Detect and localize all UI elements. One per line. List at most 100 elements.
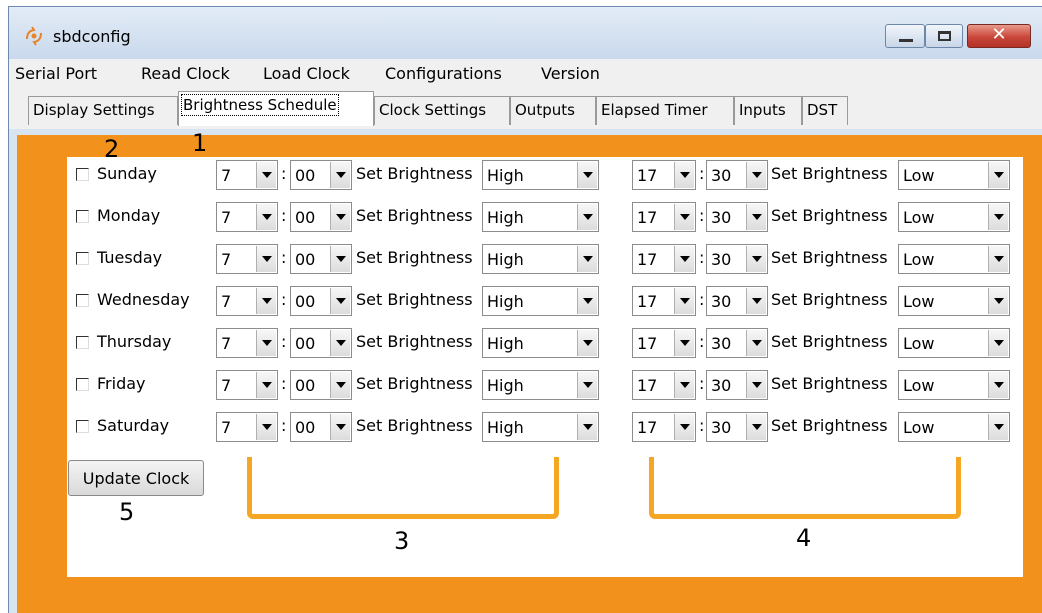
day-checkbox[interactable] xyxy=(76,294,89,307)
chevron-down-icon[interactable] xyxy=(988,330,1008,356)
end-brightness-select[interactable]: Low xyxy=(898,202,1010,232)
end-minute-select[interactable]: 30 xyxy=(706,244,768,274)
chevron-down-icon[interactable] xyxy=(746,246,766,272)
start-brightness-select[interactable]: High xyxy=(482,160,599,190)
update-clock-button[interactable]: Update Clock xyxy=(68,460,204,496)
start-brightness-select[interactable]: High xyxy=(482,412,599,442)
chevron-down-icon[interactable] xyxy=(746,162,766,188)
chevron-down-icon[interactable] xyxy=(988,162,1008,188)
start-minute-select[interactable]: 00 xyxy=(290,286,352,316)
end-brightness-select[interactable]: Low xyxy=(898,160,1010,190)
menu-load-clock[interactable]: Load Clock xyxy=(263,64,350,83)
chevron-down-icon[interactable] xyxy=(577,414,597,440)
start-brightness-select[interactable]: High xyxy=(482,244,599,274)
chevron-down-icon[interactable] xyxy=(330,162,350,188)
chevron-down-icon[interactable] xyxy=(330,246,350,272)
chevron-down-icon[interactable] xyxy=(746,330,766,356)
start-brightness-select[interactable]: High xyxy=(482,286,599,316)
chevron-down-icon[interactable] xyxy=(674,372,694,398)
chevron-down-icon[interactable] xyxy=(577,246,597,272)
chevron-down-icon[interactable] xyxy=(256,414,276,440)
tab-dst[interactable]: DST xyxy=(802,96,848,125)
tab-brightness-schedule[interactable]: Brightness Schedule xyxy=(178,91,374,126)
end-hour-select[interactable]: 17 xyxy=(632,412,696,442)
start-minute-select[interactable]: 00 xyxy=(290,328,352,358)
day-checkbox[interactable] xyxy=(76,420,89,433)
start-brightness-select[interactable]: High xyxy=(482,370,599,400)
chevron-down-icon[interactable] xyxy=(988,372,1008,398)
end-minute-select[interactable]: 30 xyxy=(706,202,768,232)
chevron-down-icon[interactable] xyxy=(746,204,766,230)
start-brightness-select[interactable]: High xyxy=(482,202,599,232)
end-minute-select[interactable]: 30 xyxy=(706,328,768,358)
chevron-down-icon[interactable] xyxy=(674,288,694,314)
start-hour-select[interactable]: 7 xyxy=(216,370,278,400)
start-hour-select[interactable]: 7 xyxy=(216,160,278,190)
end-hour-select[interactable]: 17 xyxy=(632,160,696,190)
tab-clock-settings[interactable]: Clock Settings xyxy=(374,96,510,125)
start-hour-select[interactable]: 7 xyxy=(216,286,278,316)
chevron-down-icon[interactable] xyxy=(674,414,694,440)
chevron-down-icon[interactable] xyxy=(577,330,597,356)
end-hour-select[interactable]: 17 xyxy=(632,328,696,358)
close-button[interactable]: ✕ xyxy=(967,24,1031,48)
end-hour-select[interactable]: 17 xyxy=(632,202,696,232)
chevron-down-icon[interactable] xyxy=(577,162,597,188)
start-hour-select[interactable]: 7 xyxy=(216,328,278,358)
chevron-down-icon[interactable] xyxy=(256,204,276,230)
chevron-down-icon[interactable] xyxy=(674,330,694,356)
chevron-down-icon[interactable] xyxy=(330,414,350,440)
end-minute-select[interactable]: 30 xyxy=(706,160,768,190)
chevron-down-icon[interactable] xyxy=(577,288,597,314)
chevron-down-icon[interactable] xyxy=(330,204,350,230)
end-brightness-select[interactable]: Low xyxy=(898,328,1010,358)
end-brightness-select[interactable]: Low xyxy=(898,244,1010,274)
start-minute-select[interactable]: 00 xyxy=(290,160,352,190)
tab-display-settings[interactable]: Display Settings xyxy=(28,96,178,125)
tab-inputs[interactable]: Inputs xyxy=(734,96,802,125)
end-minute-select[interactable]: 30 xyxy=(706,412,768,442)
end-hour-select[interactable]: 17 xyxy=(632,244,696,274)
chevron-down-icon[interactable] xyxy=(256,162,276,188)
start-hour-select[interactable]: 7 xyxy=(216,244,278,274)
day-checkbox[interactable] xyxy=(76,378,89,391)
end-hour-select[interactable]: 17 xyxy=(632,286,696,316)
start-minute-select[interactable]: 00 xyxy=(290,244,352,274)
day-checkbox[interactable] xyxy=(76,210,89,223)
start-minute-select[interactable]: 00 xyxy=(290,412,352,442)
chevron-down-icon[interactable] xyxy=(330,372,350,398)
day-checkbox[interactable] xyxy=(76,168,89,181)
chevron-down-icon[interactable] xyxy=(674,246,694,272)
tab-outputs[interactable]: Outputs xyxy=(510,96,596,125)
end-brightness-select[interactable]: Low xyxy=(898,370,1010,400)
chevron-down-icon[interactable] xyxy=(256,246,276,272)
end-brightness-select[interactable]: Low xyxy=(898,412,1010,442)
chevron-down-icon[interactable] xyxy=(674,204,694,230)
day-checkbox[interactable] xyxy=(76,252,89,265)
chevron-down-icon[interactable] xyxy=(746,288,766,314)
chevron-down-icon[interactable] xyxy=(577,204,597,230)
start-hour-select[interactable]: 7 xyxy=(216,412,278,442)
chevron-down-icon[interactable] xyxy=(988,414,1008,440)
start-hour-select[interactable]: 7 xyxy=(216,202,278,232)
chevron-down-icon[interactable] xyxy=(256,330,276,356)
chevron-down-icon[interactable] xyxy=(746,414,766,440)
chevron-down-icon[interactable] xyxy=(330,330,350,356)
chevron-down-icon[interactable] xyxy=(674,162,694,188)
end-hour-select[interactable]: 17 xyxy=(632,370,696,400)
menu-read-clock[interactable]: Read Clock xyxy=(141,64,230,83)
maximize-button[interactable] xyxy=(925,24,963,48)
tab-elapsed-timer[interactable]: Elapsed Timer xyxy=(596,96,734,125)
end-brightness-select[interactable]: Low xyxy=(898,286,1010,316)
end-minute-select[interactable]: 30 xyxy=(706,370,768,400)
end-minute-select[interactable]: 30 xyxy=(706,286,768,316)
menu-configurations[interactable]: Configurations xyxy=(385,64,502,83)
chevron-down-icon[interactable] xyxy=(330,288,350,314)
chevron-down-icon[interactable] xyxy=(577,372,597,398)
menu-version[interactable]: Version xyxy=(541,64,600,83)
chevron-down-icon[interactable] xyxy=(988,246,1008,272)
chevron-down-icon[interactable] xyxy=(256,372,276,398)
chevron-down-icon[interactable] xyxy=(988,204,1008,230)
menu-serial-port[interactable]: Serial Port xyxy=(15,64,97,83)
chevron-down-icon[interactable] xyxy=(988,288,1008,314)
